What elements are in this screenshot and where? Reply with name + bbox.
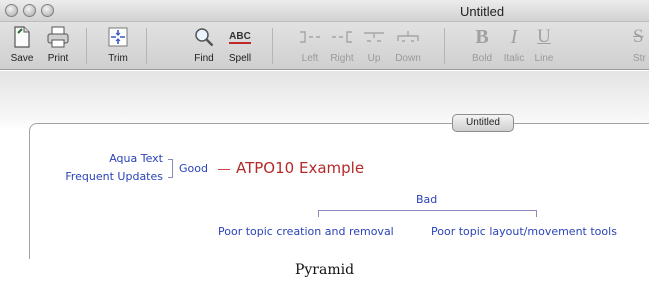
close-window-button[interactable] — [5, 4, 18, 17]
move-down-icon — [388, 25, 428, 49]
trim-icon — [98, 25, 138, 49]
print-button[interactable]: Print — [38, 22, 78, 70]
printer-icon — [38, 25, 78, 49]
strike-glyph: S — [633, 26, 644, 47]
document-area[interactable]: Untitled Aqua Text Frequent Updates Good… — [0, 71, 649, 259]
minimize-window-button[interactable] — [23, 4, 36, 17]
connector-line — [318, 210, 319, 217]
map-canvas[interactable] — [29, 123, 649, 259]
spell-check-icon: ABC — [220, 25, 260, 49]
topic-root[interactable]: ATPO10 Example — [236, 159, 364, 177]
italic-glyph: I — [510, 25, 518, 48]
spell-label: Spell — [228, 53, 252, 64]
toolbar-separator — [146, 28, 147, 64]
trim-button[interactable]: Trim — [98, 22, 138, 70]
zoom-window-button[interactable] — [41, 4, 54, 17]
bold-glyph: B — [475, 25, 489, 48]
toolbar: Save Print Trim Find ABC Spell Left Righ… — [0, 22, 649, 70]
strikethrough-button[interactable]: S Str — [620, 22, 649, 70]
trim-label: Trim — [108, 53, 128, 64]
topic-good[interactable]: Good — [179, 162, 208, 175]
underline-icon: U — [524, 25, 564, 49]
underline-glyph: U — [537, 26, 551, 47]
toolbar-separator — [272, 28, 273, 64]
toolbar-separator — [444, 28, 445, 64]
move-down-label: Down — [395, 53, 421, 64]
magnifier-icon — [184, 25, 224, 49]
figure-caption: Pyramid — [294, 262, 355, 278]
topic-aqua-text[interactable]: Aqua Text — [109, 152, 163, 165]
strikethrough-icon: S — [620, 25, 649, 49]
move-down-button[interactable]: Down — [388, 22, 428, 70]
title-bar[interactable]: Untitled — [0, 0, 649, 22]
underline-label: Line — [534, 53, 554, 64]
connector-line — [318, 210, 536, 211]
topic-poor-layout[interactable]: Poor topic layout/movement tools — [431, 225, 617, 238]
window-title: Untitled — [460, 4, 505, 19]
connector-line — [218, 169, 230, 170]
document-tab[interactable]: Untitled — [452, 114, 514, 132]
spell-glyph: ABC — [229, 30, 251, 44]
topic-bad[interactable]: Bad — [416, 193, 437, 206]
connector-line — [536, 210, 537, 217]
print-label: Print — [47, 53, 69, 64]
connector-line — [172, 159, 173, 178]
spell-button[interactable]: ABC Spell — [220, 22, 260, 70]
underline-button[interactable]: U Line — [524, 22, 564, 70]
strikethrough-label: Str — [633, 53, 646, 64]
topic-poor-creation[interactable]: Poor topic creation and removal — [218, 225, 394, 238]
toolbar-separator — [86, 28, 87, 64]
document-icon — [2, 25, 42, 49]
app-window: Untitled Save Print Trim Find ABC Spell … — [0, 0, 649, 259]
topic-frequent-updates[interactable]: Frequent Updates — [65, 170, 163, 183]
